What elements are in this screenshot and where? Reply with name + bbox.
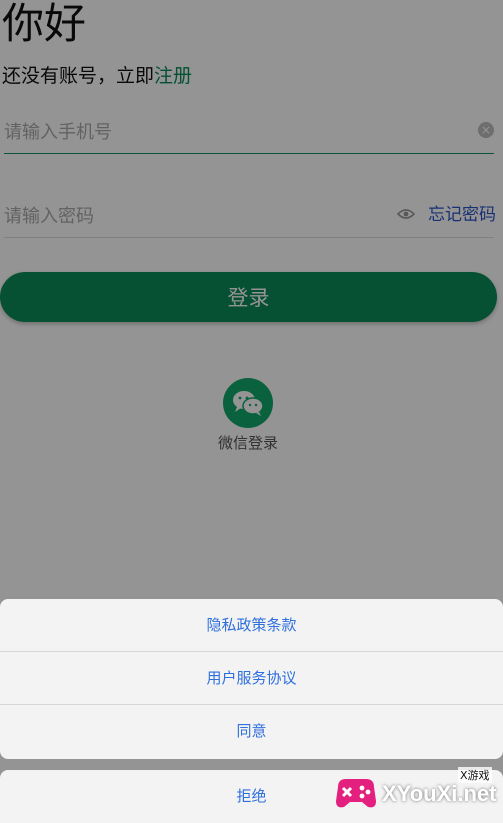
watermark-text: XYouXi.net <box>382 781 497 806</box>
user-agreement-item[interactable]: 用户服务协议 <box>0 652 503 705</box>
privacy-policy-item[interactable]: 隐私政策条款 <box>0 599 503 652</box>
watermark: XYouXi.net X游戏 <box>330 763 500 823</box>
agree-item[interactable]: 同意 <box>0 705 503 759</box>
gamepad-logo-icon <box>336 779 376 808</box>
action-sheet: 隐私政策条款 用户服务协议 同意 <box>0 599 503 759</box>
watermark-subtext: X游戏 <box>458 767 492 783</box>
